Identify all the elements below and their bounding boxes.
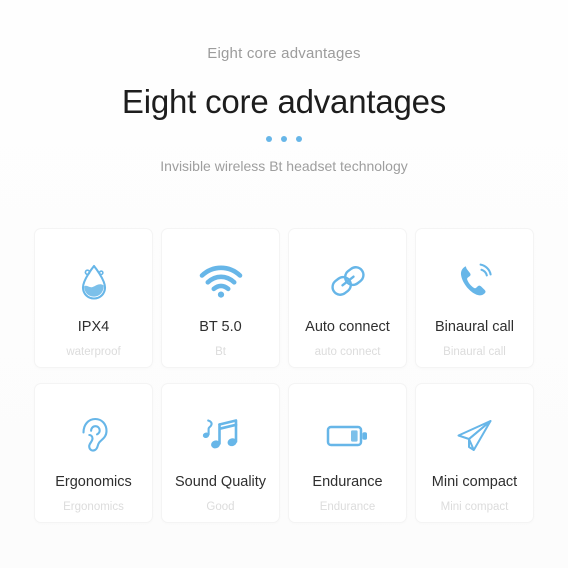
feature-card-endurance[interactable]: Endurance Endurance [288, 383, 407, 523]
feature-subtitle: Good [206, 501, 235, 513]
feature-subtitle: Ergonomics [63, 501, 124, 513]
feature-card-binaural-call[interactable]: Binaural call Binaural call [415, 228, 534, 368]
feature-title: Binaural call [435, 319, 514, 335]
feature-title: Ergonomics [55, 474, 132, 490]
feature-card-ipx4[interactable]: IPX4 waterproof [34, 228, 153, 368]
water-drop-icon [74, 253, 114, 309]
music-note-icon [199, 408, 243, 464]
page-title: Eight core advantages [121, 83, 447, 120]
link-icon [326, 253, 370, 309]
separator-dot [281, 136, 287, 142]
dot-separator [0, 136, 568, 142]
page-header: Eight core advantages Eight core advanta… [0, 0, 568, 176]
feature-subtitle: waterproof [66, 346, 121, 358]
feature-card-bt[interactable]: BT 5.0 Bt [161, 228, 280, 368]
feature-subtitle: Bt [215, 346, 226, 358]
feature-title: Endurance [312, 474, 383, 490]
promo-page: Eight core advantages Eight core advanta… [0, 0, 568, 568]
feature-card-auto-connect[interactable]: Auto connect auto connect [288, 228, 407, 368]
feature-card-ergonomics[interactable]: Ergonomics Ergonomics [34, 383, 153, 523]
battery-icon [325, 408, 371, 464]
eyebrow-text: Eight core advantages [207, 45, 361, 62]
wifi-icon [198, 253, 244, 309]
feature-title: BT 5.0 [199, 319, 242, 335]
page-subtitle: Invisible wireless Bt headset technology [160, 158, 408, 174]
phone-call-icon [454, 253, 496, 309]
feature-subtitle: Endurance [319, 501, 376, 513]
ear-icon [75, 408, 113, 464]
feature-card-mini-compact[interactable]: Mini compact Mini compact [415, 383, 534, 523]
paper-plane-icon [453, 408, 497, 464]
separator-dot [266, 136, 272, 142]
feature-title: Mini compact [431, 474, 518, 490]
feature-subtitle: Binaural call [443, 346, 506, 358]
feature-card-sound-quality[interactable]: Sound Quality Good [161, 383, 280, 523]
feature-subtitle: auto connect [314, 346, 381, 358]
feature-grid: IPX4 waterproof BT 5.0 Bt Auto connect a… [34, 228, 534, 523]
feature-title: Auto connect [305, 319, 390, 335]
feature-title: Sound Quality [174, 474, 267, 490]
feature-title: IPX4 [77, 319, 110, 335]
separator-dot [296, 136, 302, 142]
feature-subtitle: Mini compact [440, 501, 509, 513]
